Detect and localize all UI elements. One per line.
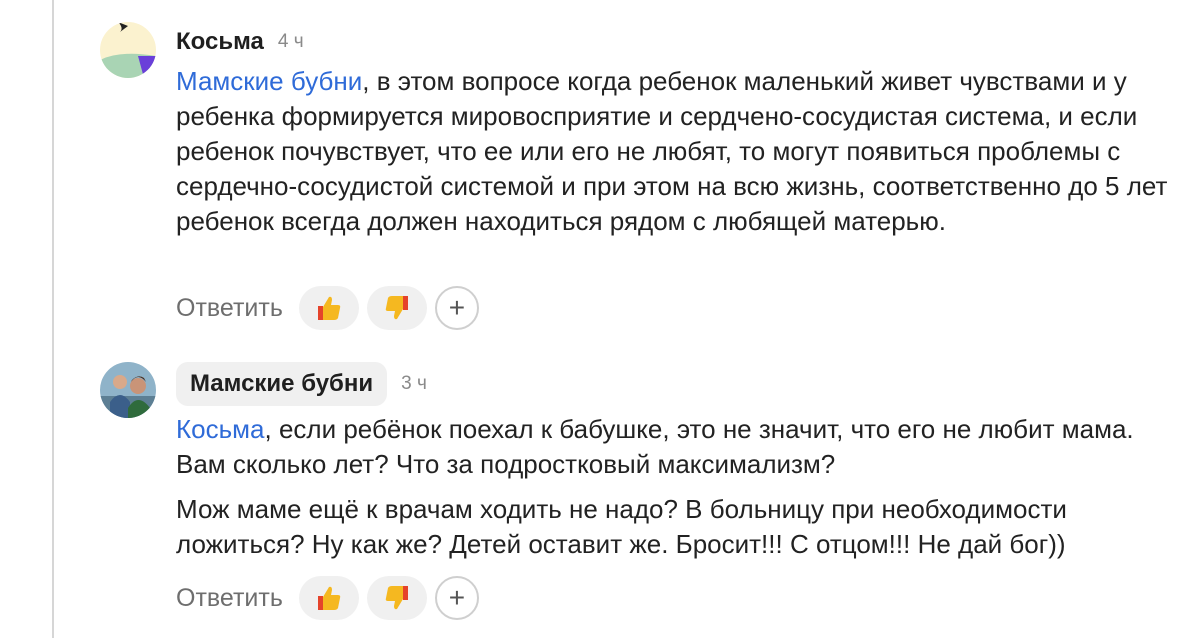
thumbs-down-icon <box>385 586 408 610</box>
dislike-button[interactable] <box>366 576 427 620</box>
add-reaction-button[interactable]: + <box>434 576 479 620</box>
avatar-photo-icon <box>100 362 156 418</box>
comment-actions: Ответить + <box>176 576 479 620</box>
like-button[interactable] <box>298 576 359 620</box>
comments-page: Косьма 4 ч Мамские бубни, в этом вопросе… <box>0 0 1200 638</box>
mention-link[interactable]: Мамские бубни <box>176 66 362 96</box>
comment-time: 3 ч <box>401 373 427 394</box>
comment-body: Косьма, если ребёнок поехал к бабушке, э… <box>176 412 1176 562</box>
avatar-abstract-icon <box>100 22 156 78</box>
author-chip[interactable]: Мамские бубни <box>176 362 388 406</box>
comment-paragraph: Косьма, если ребёнок поехал к бабушке, э… <box>176 412 1176 482</box>
thumbs-up-icon <box>317 586 341 610</box>
comment-paragraph: Мамские бубни, в этом вопросе когда ребе… <box>176 64 1176 239</box>
reply-button[interactable]: Ответить <box>176 294 283 323</box>
comment-body: Мамские бубни, в этом вопросе когда ребе… <box>176 64 1176 239</box>
like-button[interactable] <box>298 286 359 330</box>
author-name: Мамские бубни <box>190 370 374 397</box>
comment-time: 4 ч <box>277 31 304 52</box>
comment-actions: Ответить + <box>176 286 479 330</box>
thread-line <box>52 0 54 638</box>
comment-paragraph: Мож маме ещё к врачам ходить не надо? В … <box>176 492 1176 562</box>
dislike-button[interactable] <box>366 286 427 330</box>
thumbs-up-icon <box>317 296 341 320</box>
comment-header: Косьма 4 ч <box>176 22 304 62</box>
comment-text: , если ребёнок поехал к бабушке, это не … <box>176 414 1134 479</box>
reply-button[interactable]: Ответить <box>176 584 283 613</box>
avatar[interactable] <box>100 362 156 418</box>
thumbs-down-icon <box>385 296 408 320</box>
add-reaction-button[interactable]: + <box>434 286 479 330</box>
comment-header: Мамские бубни 3 ч <box>176 362 427 406</box>
avatar[interactable] <box>100 22 156 78</box>
author-name[interactable]: Косьма <box>176 22 264 62</box>
comment-text: Мож маме ещё к врачам ходить не надо? В … <box>176 494 1067 559</box>
mention-link[interactable]: Косьма <box>176 414 265 444</box>
